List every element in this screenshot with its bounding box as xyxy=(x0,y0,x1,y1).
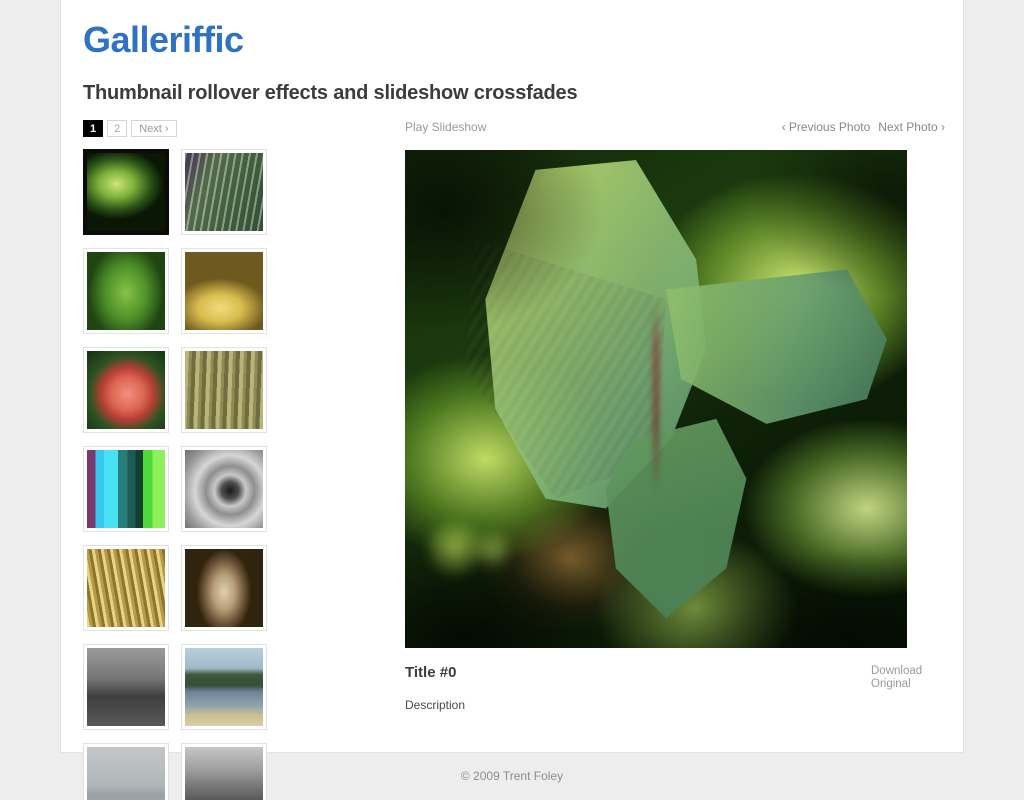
download-original-link[interactable]: Download Original xyxy=(871,665,929,691)
thumbnail-item-2[interactable] xyxy=(181,149,267,235)
thumbnail-grid xyxy=(83,149,355,800)
thumbnail-item-3[interactable] xyxy=(83,248,169,334)
thumbnail-item-10[interactable] xyxy=(181,545,267,631)
thumbnail-image-curled-green-leaf xyxy=(87,153,165,231)
thumbnail-image-coastal-inlet xyxy=(185,648,263,726)
footer: © 2009 Trent Foley xyxy=(0,768,1024,784)
thumbnail-image-yellow-corn xyxy=(185,252,263,330)
thumbnail-item-6[interactable] xyxy=(181,347,267,433)
previous-photo-link[interactable]: ‹ Previous Photo xyxy=(782,120,871,134)
thumbnail-image-pink-torch-ginger xyxy=(87,351,165,429)
thumbnail-column: 1 2 Next › xyxy=(83,120,355,800)
thumbnail-image-bamboo-grove xyxy=(185,351,263,429)
photo-navigation: ‹ Previous Photo Next Photo › xyxy=(745,120,945,134)
next-photo-link[interactable]: Next Photo › xyxy=(878,120,945,134)
thumbnail-image-brass-coil xyxy=(87,549,165,627)
thumbnail-item-5[interactable] xyxy=(83,347,169,433)
photo-title: Title #0 xyxy=(405,664,457,681)
thumbnail-item-4[interactable] xyxy=(181,248,267,334)
page-root: Galleriffic Thumbnail rollover effects a… xyxy=(0,0,1024,800)
thumbnail-item-9[interactable] xyxy=(83,545,169,631)
thumbnail-image-dew-drops-on-leaf xyxy=(185,153,263,231)
thumbnail-item-1[interactable] xyxy=(83,149,169,235)
play-slideshow-link[interactable]: Play Slideshow xyxy=(405,120,486,134)
thumbnail-image-color-bars xyxy=(87,450,165,528)
main-photo[interactable] xyxy=(405,150,907,648)
slideshow-column: Play Slideshow ‹ Previous Photo Next Phot… xyxy=(405,120,945,724)
pagination-page-2[interactable]: 2 xyxy=(107,120,128,137)
pagination-page-1[interactable]: 1 xyxy=(83,120,104,137)
pagination-top: 1 2 Next › xyxy=(83,120,355,139)
thumbnail-item-12[interactable] xyxy=(181,644,267,730)
photo-caption: Title #0 Description Download Original xyxy=(405,664,922,724)
page-subtitle: Thumbnail rollover effects and slideshow… xyxy=(83,82,578,104)
thumbnail-image-large-heart-leaf xyxy=(87,252,165,330)
content-panel: Galleriffic Thumbnail rollover effects a… xyxy=(61,0,963,800)
photo-description: Description xyxy=(405,698,466,712)
thumbnail-item-8[interactable] xyxy=(181,446,267,532)
main-photo-vignette xyxy=(405,150,907,648)
thumbnail-image-knotted-rope xyxy=(185,549,263,627)
thumbnail-image-harbor-at-night xyxy=(87,648,165,726)
copyright-text: © 2009 Trent Foley xyxy=(460,769,564,783)
pagination-next-button[interactable]: Next › xyxy=(131,120,177,137)
slideshow-controls: Play Slideshow ‹ Previous Photo Next Phot… xyxy=(405,120,945,142)
thumbnail-item-7[interactable] xyxy=(83,446,169,532)
thumbnail-image-vintage-camera-lens xyxy=(185,450,263,528)
page-title: Galleriffic xyxy=(83,19,244,60)
thumbnail-item-11[interactable] xyxy=(83,644,169,730)
